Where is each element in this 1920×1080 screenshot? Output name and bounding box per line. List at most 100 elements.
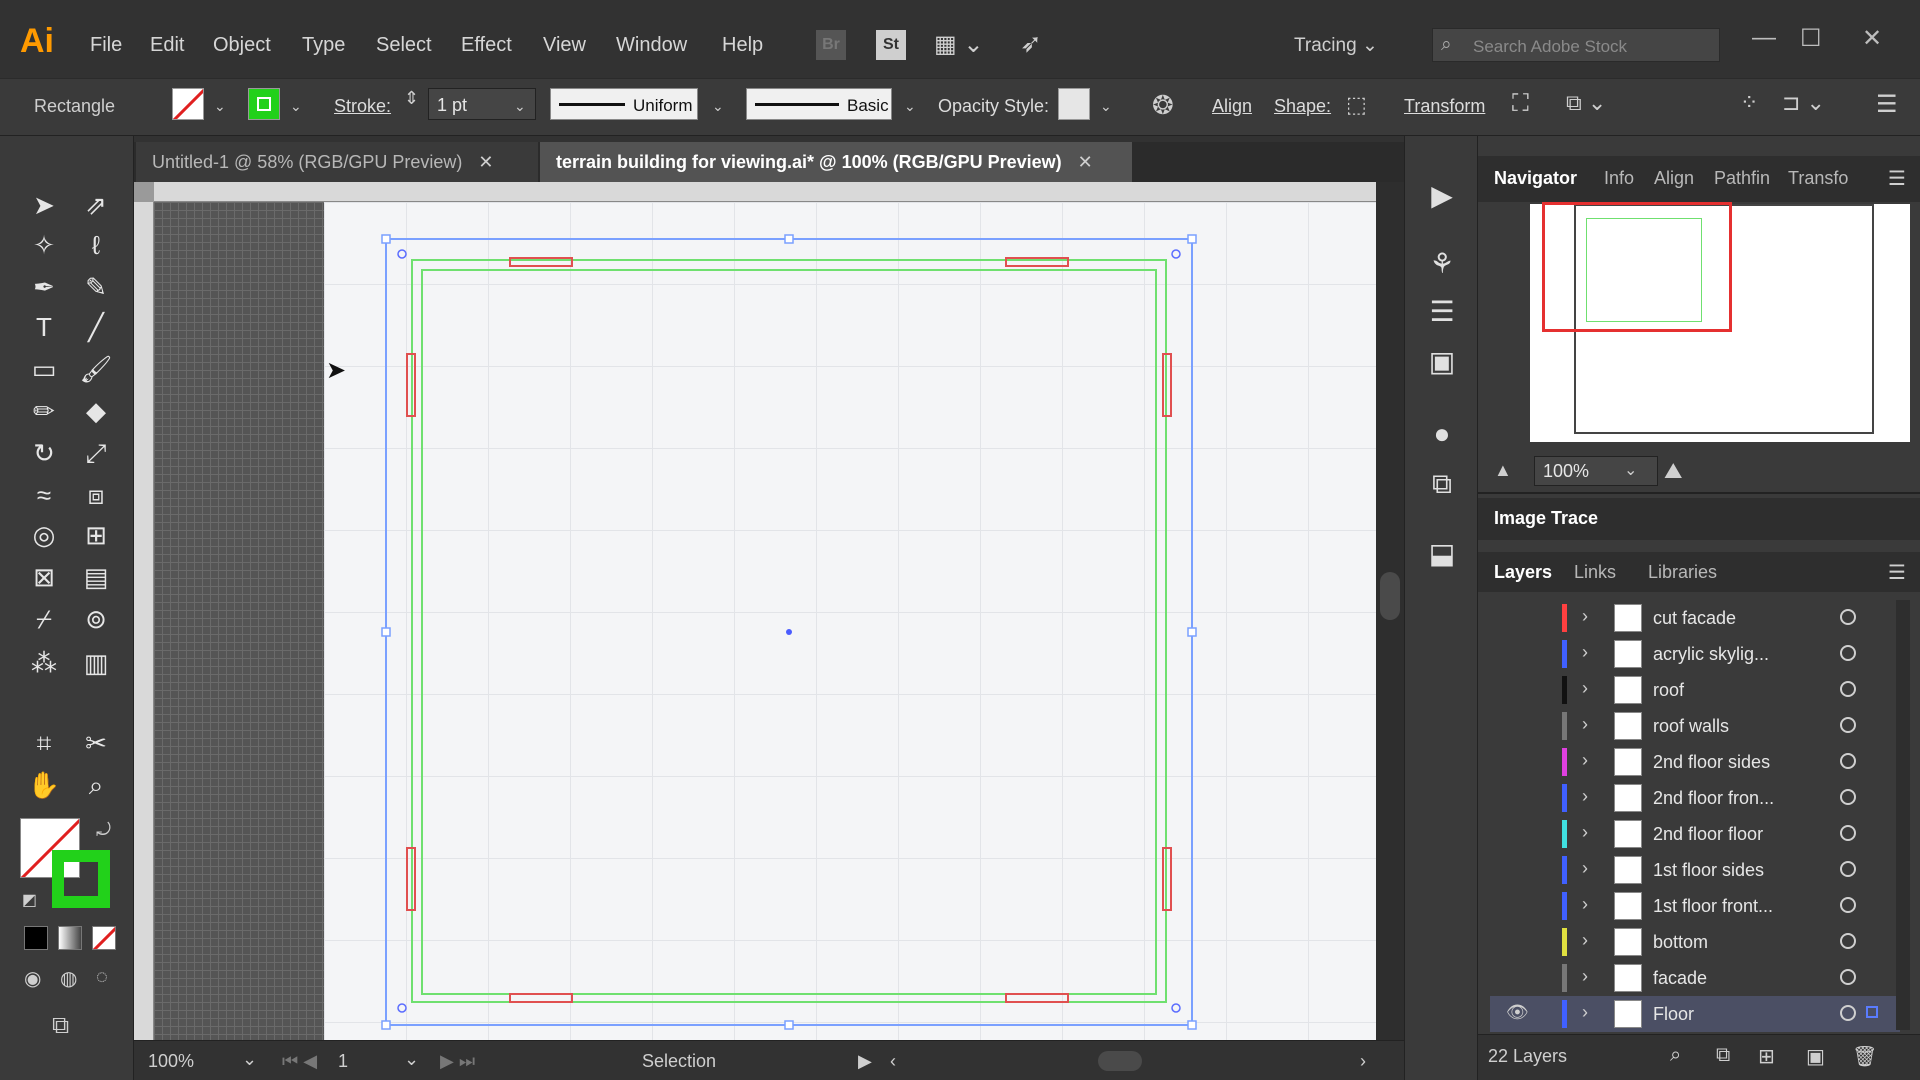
layer-target-icon[interactable] — [1840, 933, 1856, 949]
select-similar-icon[interactable]: ⊐ ⌄ — [1782, 90, 1825, 116]
swap-fill-stroke-icon[interactable]: ⤾ — [96, 820, 111, 841]
gradient-tool-icon[interactable]: ▤ — [76, 558, 116, 596]
scale-tool-icon[interactable]: ⤢ — [76, 434, 116, 472]
zoom-dropdown-icon[interactable]: ⌄ — [242, 1049, 257, 1070]
vertical-ruler[interactable] — [134, 202, 154, 1040]
screen-mode-icon[interactable]: ⧉ — [52, 1012, 69, 1040]
paintbrush-tool-icon[interactable]: 🖌 — [76, 350, 116, 388]
layer-target-icon[interactable] — [1840, 969, 1856, 985]
none-mode-icon[interactable] — [92, 926, 116, 950]
layer-target-icon[interactable] — [1840, 609, 1856, 625]
layer-name[interactable]: cut facade — [1653, 608, 1736, 629]
stroke-color-widget[interactable] — [52, 850, 110, 908]
line-tool-icon[interactable]: ╱ — [76, 308, 116, 346]
bridge-button[interactable]: Br — [816, 30, 846, 60]
make-clipping-mask-icon[interactable]: ⧉ — [1716, 1044, 1730, 1067]
tab-transform[interactable]: Transfo — [1788, 168, 1848, 189]
expand-arrow-icon[interactable]: › — [1582, 786, 1588, 807]
artboard-tool-icon[interactable]: ⌗ — [24, 724, 64, 762]
layer-row-2nd-floor-floor[interactable]: › 2nd floor floor — [1490, 816, 1900, 852]
style-dropdown-icon[interactable]: ⌄ — [1100, 98, 1112, 115]
center-point[interactable] — [786, 629, 792, 635]
layer-name[interactable]: Floor — [1653, 1004, 1694, 1025]
artboard-dropdown-icon[interactable]: ⌄ — [404, 1049, 419, 1070]
delete-layer-icon[interactable]: 🗑 — [1852, 1044, 1877, 1069]
stroke-panel-icon[interactable]: ☰ — [1424, 294, 1460, 330]
rectangle-tool-icon[interactable]: ▭ — [24, 350, 64, 388]
draw-normal-icon[interactable]: ◉ — [24, 966, 41, 991]
width-tool-icon[interactable]: ≈ — [24, 476, 64, 514]
expand-arrow-icon[interactable]: › — [1582, 678, 1588, 699]
navigator-zoom-dropdown-icon[interactable]: ⌄ — [1624, 460, 1637, 480]
slice-tool-icon[interactable]: ✂ — [76, 724, 116, 762]
transform-link[interactable]: Transform — [1404, 96, 1485, 117]
shape-builder-tool-icon[interactable]: ◎ — [24, 516, 64, 554]
color-mode-icon[interactable] — [24, 926, 48, 950]
expand-arrow-icon[interactable]: › — [1582, 606, 1588, 627]
layer-name[interactable]: bottom — [1653, 932, 1708, 953]
gradient-mode-icon[interactable] — [58, 926, 82, 950]
new-layer-icon[interactable]: ▣ — [1806, 1044, 1825, 1069]
visibility-eye-icon[interactable]: 👁 — [1506, 1002, 1529, 1023]
expand-arrow-icon[interactable]: › — [1582, 714, 1588, 735]
vertical-scrollbar[interactable] — [1376, 182, 1404, 1040]
layer-name[interactable]: roof walls — [1653, 716, 1729, 737]
type-tool-icon[interactable]: T — [24, 308, 64, 346]
layer-name[interactable]: facade — [1653, 968, 1707, 989]
actions-panel-icon[interactable]: ▶ — [1424, 178, 1460, 214]
draw-inside-icon[interactable]: ◌ — [96, 966, 108, 989]
minimize-icon[interactable]: — — [1752, 24, 1776, 52]
hand-tool-icon[interactable]: ✋ — [24, 766, 64, 804]
zoom-level[interactable]: 100% — [148, 1051, 194, 1072]
first-artboard-icon[interactable]: ⏮ ◀ — [282, 1051, 317, 1072]
shape-properties-icon[interactable]: ⬚ — [1346, 92, 1367, 118]
layer-target-icon[interactable] — [1840, 681, 1856, 697]
expand-arrow-icon[interactable]: › — [1582, 894, 1588, 915]
scroll-right-icon[interactable]: › — [1360, 1051, 1366, 1072]
layer-target-icon[interactable] — [1840, 753, 1856, 769]
expand-arrow-icon[interactable]: › — [1582, 966, 1588, 987]
layer-row-1st-floor-front[interactable]: › 1st floor front... — [1490, 888, 1900, 924]
menu-object[interactable]: Object — [213, 34, 271, 57]
free-transform-tool-icon[interactable]: ⧈ — [76, 476, 116, 514]
variable-width-profile[interactable]: Uniform — [550, 88, 698, 120]
distribute-icon[interactable]: ⧉ ⌄ — [1566, 90, 1606, 116]
scroll-thumb[interactable] — [1380, 572, 1400, 620]
layer-row-2nd-floor-sides[interactable]: › 2nd floor sides — [1490, 744, 1900, 780]
layer-row-acrylic-skylight[interactable]: › acrylic skylig... — [1490, 636, 1900, 672]
column-graph-tool-icon[interactable]: ▥ — [76, 644, 116, 682]
tab-slot[interactable] — [1005, 993, 1069, 1003]
transform-panel-icon[interactable]: ⧉ — [1424, 466, 1460, 502]
rotate-tool-icon[interactable]: ↻ — [24, 434, 64, 472]
close-tab-icon[interactable]: ✕ — [478, 152, 493, 172]
default-fill-stroke-icon[interactable]: ◩ — [22, 890, 37, 910]
tab-image-trace[interactable]: Image Trace — [1494, 508, 1598, 529]
locate-object-icon[interactable]: ⌕ — [1670, 1044, 1681, 1067]
layer-row-1st-floor-sides[interactable]: › 1st floor sides — [1490, 852, 1900, 888]
expand-arrow-icon[interactable]: › — [1582, 750, 1588, 771]
layer-target-icon[interactable] — [1840, 897, 1856, 913]
layer-row-bottom[interactable]: › bottom — [1490, 924, 1900, 960]
draw-behind-icon[interactable]: ◍ — [60, 966, 77, 991]
symbol-sprayer-tool-icon[interactable]: ⁂ — [24, 644, 64, 682]
layer-row-roof[interactable]: › roof — [1490, 672, 1900, 708]
horizontal-ruler[interactable] — [154, 182, 1376, 202]
scroll-left-icon[interactable]: ‹ — [890, 1051, 896, 1072]
zoom-in-icon[interactable]: ⛰ — [1664, 458, 1682, 484]
fill-swatch[interactable] — [172, 88, 204, 120]
stock-button[interactable]: St — [876, 30, 906, 60]
menu-view[interactable]: View — [543, 34, 586, 57]
layer-target-icon[interactable] — [1840, 825, 1856, 841]
expand-arrow-icon[interactable]: › — [1582, 930, 1588, 951]
menu-type[interactable]: Type — [302, 34, 345, 57]
layer-target-icon[interactable] — [1840, 861, 1856, 877]
puppet-warp-icon[interactable]: ⚘ — [1424, 246, 1460, 282]
direct-selection-tool-icon[interactable]: ⇗ — [76, 186, 116, 224]
tab-info[interactable]: Info — [1604, 168, 1634, 189]
gpu-performance-icon[interactable]: ➶ — [1020, 28, 1042, 59]
zoom-tool-icon[interactable]: ⌕ — [76, 766, 116, 804]
expand-arrow-icon[interactable]: › — [1582, 642, 1588, 663]
layer-row-2nd-floor-front[interactable]: › 2nd floor fron... — [1490, 780, 1900, 816]
graphic-style-swatch[interactable] — [1058, 88, 1090, 120]
panel-menu-icon[interactable]: ☰ — [1876, 90, 1898, 119]
